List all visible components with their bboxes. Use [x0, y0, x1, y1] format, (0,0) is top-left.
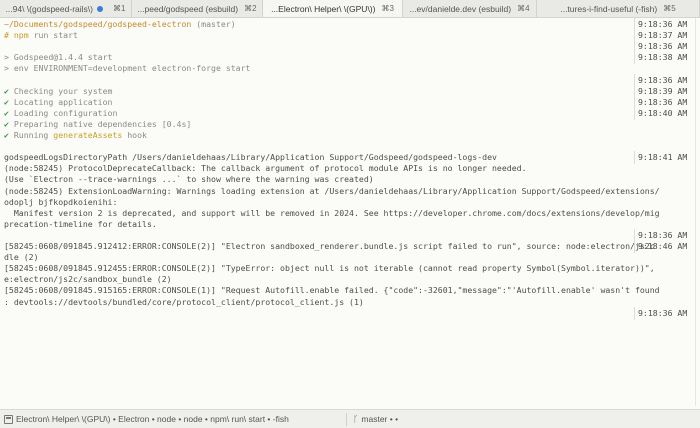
tab-bar: ...94\ \(godspeed-rails\) ⌘1 ...peed/godsp… — [0, 0, 700, 18]
terminal-text: (node:58245) ExtensionLoadWarning: Warni… — [4, 185, 660, 196]
terminal-text: > — [4, 52, 14, 63]
tab-4[interactable]: ...ev/danielde.dev (esbuild) ⌘4 — [403, 0, 537, 17]
tab-3[interactable]: ...Electron\ Helper\ \(GPU\)) ⌘3 — [263, 0, 403, 17]
terminal-line: e:electron/js2c/sandbox_bundle (2) — [4, 274, 172, 285]
terminal-text: Checking your system — [13, 85, 113, 96]
terminal-text: ✔ — [4, 85, 14, 96]
tab-label: ...Electron\ Helper\ \(GPU\)) — [271, 3, 376, 14]
terminal-line: (node:58245) ProtocolDeprecateCallback: … — [4, 163, 527, 174]
terminal-text: hook — [122, 130, 147, 140]
status-branch-label: master • • — [361, 414, 399, 424]
tab-shortcut: ⌘5 — [663, 4, 676, 13]
terminal-line: (node:58245) ExtensionLoadWarning: Warni… — [4, 186, 660, 197]
tab-label: ...peed/godspeed (esbuild) — [137, 3, 239, 14]
line-timestamp: 9:18:46 AM — [634, 240, 698, 253]
line-timestamp: 9:18:36 AM — [634, 306, 698, 320]
terminal-text: Loading configuration — [13, 107, 118, 118]
line-timestamp: 9:18:36 AM — [634, 73, 698, 87]
terminal-text: generateAssets — [53, 130, 123, 140]
terminal-text: ✔ — [4, 107, 14, 118]
tab-shortcut: ⌘1 — [112, 4, 126, 13]
terminal-text: (Use `Electron --trace-warnings ...` to … — [4, 174, 374, 185]
status-process-label: Electron\ Helper\ \(GPU\) • Electron • n… — [16, 414, 289, 424]
terminal-line: ✔ Checking your system — [4, 86, 112, 97]
activity-dot-icon — [96, 5, 103, 12]
terminal-text: (node:58245) ProtocolDeprecateCallback: … — [4, 163, 527, 174]
terminal-text: odoplj bjfkopdkoienihi: — [4, 196, 118, 207]
terminal-text: [0.4s] — [161, 118, 192, 129]
status-bar: Electron\ Helper\ \(GPU\) • Electron • n… — [0, 409, 700, 428]
line-timestamp: 9:18:38 AM — [634, 51, 698, 65]
line-timestamp: 9:18:36 AM — [634, 40, 698, 54]
tab-5[interactable]: ...tures-i-find-useful (-fish) ⌘5 — [537, 0, 700, 17]
terminal-output[interactable]: ~/Documents/godspeed/godspeed-electron (… — [0, 18, 700, 406]
line-timestamp: 9:18:36 AM — [634, 18, 698, 31]
line-timestamp: 9:18:40 AM — [634, 106, 698, 120]
tab-shortcut: ⌘3 — [381, 4, 394, 13]
terminal-text: ✔ — [4, 96, 14, 107]
terminal-line: [58245:0608/091845.915165:ERROR:CONSOLE(… — [4, 285, 660, 296]
terminal-line: ✔ Running generateAssets hook — [4, 130, 147, 141]
terminal-text: # — [4, 30, 14, 41]
terminal-line: Manifest version 2 is deprecated, and su… — [4, 208, 660, 219]
tab-label: ...ev/danielde.dev (esbuild) — [409, 3, 512, 14]
terminal-line: odoplj bjfkopdkoienihi: — [4, 197, 117, 208]
terminal-line: godspeedLogsDirectoryPath /Users/danield… — [4, 152, 497, 163]
terminal-line: precation-timeline for details. — [4, 219, 157, 230]
terminal-text: Running — [13, 130, 54, 140]
tab-label: ...tures-i-find-useful (-fish) — [560, 3, 658, 14]
line-timestamp: 9:18:37 AM — [634, 29, 698, 43]
terminal-window-icon — [4, 414, 13, 424]
terminal-text: > — [4, 63, 14, 74]
terminal-line: ~/Documents/godspeed/godspeed-electron (… — [4, 19, 236, 30]
tab-label: ...94\ \(godspeed-rails\) — [5, 3, 93, 14]
tab-1[interactable]: ...94\ \(godspeed-rails\) ⌘1 — [0, 0, 132, 17]
terminal-text: [58245:0608/091845.915165:ERROR:CONSOLE(… — [4, 285, 660, 296]
terminal-line: dle (2) — [4, 252, 39, 263]
terminal-text: Locating application — [13, 96, 113, 107]
terminal-line: [58245:0608/091845.912455:ERROR:CONSOLE(… — [4, 263, 655, 274]
terminal-text: run start — [28, 30, 78, 41]
terminal-line: (Use `Electron --trace-warnings ...` to … — [4, 174, 374, 185]
line-timestamp: 9:18:36 AM — [634, 228, 698, 242]
timestamp-gutter-edge — [695, 18, 696, 406]
terminal-text: Godspeed@1.4.4 start — [13, 52, 113, 63]
terminal-text: ✔ — [4, 118, 14, 129]
terminal-text: ✔ — [4, 130, 14, 140]
status-git: ᚴ master • • — [346, 412, 399, 426]
terminal-text: : devtools://devtools/bundled/core/proto… — [4, 296, 364, 307]
tab-2[interactable]: ...peed/godspeed (esbuild) ⌘2 — [132, 0, 263, 17]
terminal-text: Preparing native dependencies — [13, 118, 162, 129]
git-branch-icon: ᚴ — [353, 414, 359, 424]
line-timestamp: 9:18:39 AM — [634, 84, 698, 98]
terminal-text: Manifest version 2 is deprecated, and su… — [4, 207, 660, 218]
terminal-line: ✔ Preparing native dependencies [0.4s] — [4, 119, 191, 130]
tab-shortcut: ⌘4 — [517, 4, 530, 13]
terminal-line: [58245:0608/091845.912412:ERROR:CONSOLE(… — [4, 241, 655, 252]
terminal-text: npm — [13, 30, 29, 41]
tab-shortcut: ⌘2 — [244, 4, 257, 13]
terminal-text: precation-timeline for details. — [4, 218, 157, 229]
terminal-line: > Godspeed@1.4.4 start — [4, 52, 112, 63]
terminal-text: [58245:0608/091845.912455:ERROR:CONSOLE(… — [4, 263, 655, 274]
line-timestamp: 9:18:36 AM — [634, 95, 698, 109]
terminal-text: e:electron/js2c/sandbox_bundle (2) — [4, 274, 172, 285]
terminal-line: # npm run start — [4, 30, 78, 41]
terminal-line: : devtools://devtools/bundled/core/proto… — [4, 297, 364, 308]
terminal-line: > env ENVIRONMENT=development electron-f… — [4, 63, 250, 74]
line-timestamp: 9:18:41 AM — [634, 151, 698, 165]
status-process: Electron\ Helper\ \(GPU\) • Electron • n… — [0, 414, 346, 424]
terminal-line: ✔ Loading configuration — [4, 108, 117, 119]
terminal-text: godspeedLogsDirectoryPath /Users/danield… — [4, 152, 497, 163]
terminal-text: [58245:0608/091845.912412:ERROR:CONSOLE(… — [4, 241, 655, 251]
terminal-line: ✔ Locating application — [4, 97, 112, 108]
terminal-text: env ENVIRONMENT=development electron-for… — [13, 63, 251, 74]
terminal-text: ~/Documents/godspeed/godspeed-electron — [4, 19, 192, 29]
terminal-text: (master) — [191, 19, 236, 29]
terminal-text: dle (2) — [4, 252, 39, 263]
